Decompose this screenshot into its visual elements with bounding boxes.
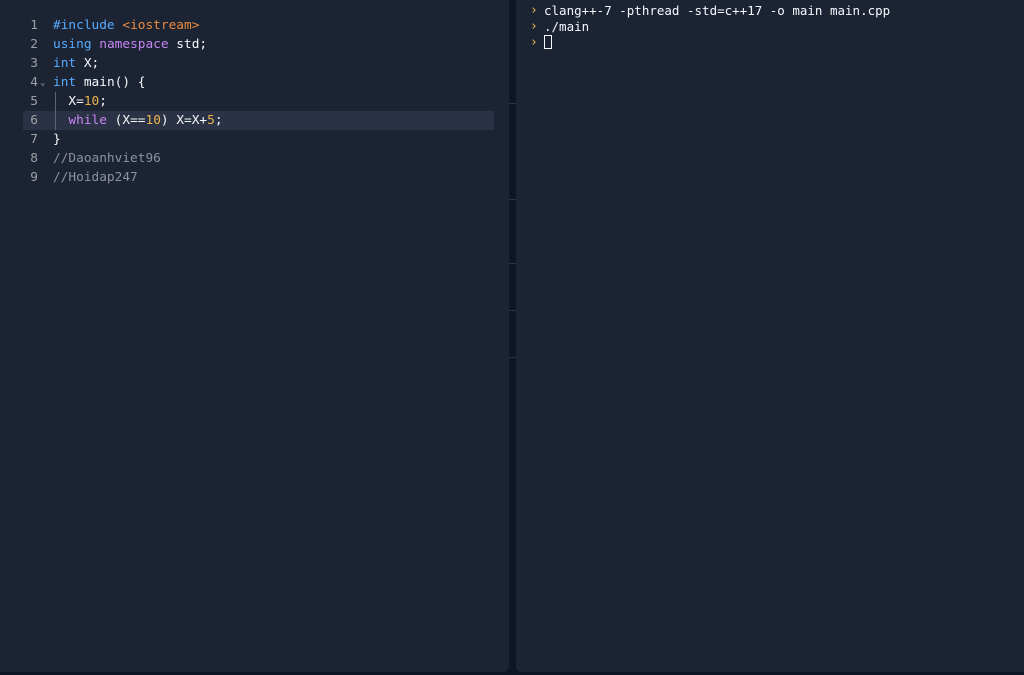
code-token: 10 xyxy=(83,94,100,109)
line-number: 9 xyxy=(30,170,38,185)
console-line: › ./main xyxy=(530,19,890,35)
code-token: ; xyxy=(214,113,223,128)
code-token: int xyxy=(53,56,77,71)
code-token: //Hoidap247 xyxy=(53,170,138,185)
code-text: using namespace std; xyxy=(53,35,207,54)
line-number: 2 xyxy=(30,37,38,52)
code-text: int X; xyxy=(53,54,99,73)
chevron-right-icon: › xyxy=(530,35,538,50)
code-token: //Daoanhviet96 xyxy=(53,151,161,166)
chevron-right-icon: › xyxy=(530,19,538,34)
console-line: › xyxy=(530,35,890,51)
console-text: clang++-7 -pthread -std=c++17 -o main ma… xyxy=(544,3,891,18)
line-number: 4 xyxy=(30,75,38,90)
line-number: 3 xyxy=(30,56,38,71)
code-line[interactable]: 9 //Hoidap247 xyxy=(0,168,509,187)
divider-tick xyxy=(509,263,516,264)
code-line[interactable]: 6 while (X==10) X=X+5; xyxy=(0,111,509,130)
code-editor[interactable]: 1 #include <iostream> 2 using namespace std… xyxy=(0,0,509,672)
code-line[interactable]: 5 X=10; xyxy=(0,92,509,111)
code-token: <iostream> xyxy=(122,18,200,33)
line-number: 8 xyxy=(30,151,38,166)
code-text: int main() { xyxy=(53,73,145,92)
code-token: 5 xyxy=(207,113,215,128)
code-text: } xyxy=(53,130,61,149)
chevron-right-icon: › xyxy=(530,3,538,18)
code-token: int xyxy=(53,75,77,90)
code-token: ) X=X+ xyxy=(160,113,208,128)
fold-chevron-icon[interactable]: ⌄ xyxy=(40,74,45,93)
code-text: //Daoanhviet96 xyxy=(53,149,161,168)
divider-tick xyxy=(509,103,516,104)
terminal-cursor[interactable] xyxy=(544,35,552,49)
code-token: (X== xyxy=(106,113,146,128)
code-token: } xyxy=(53,132,61,147)
code-line[interactable]: 2 using namespace std; xyxy=(0,35,509,54)
divider-tick xyxy=(509,199,516,200)
code-token: std; xyxy=(168,37,208,52)
code-token: X= xyxy=(53,94,84,109)
pane-resize-handle[interactable] xyxy=(509,0,516,675)
code-token: while xyxy=(68,113,107,128)
code-lines[interactable]: 1 #include <iostream> 2 using namespace std… xyxy=(0,16,509,187)
code-token: namespace xyxy=(99,37,169,52)
code-token: 10 xyxy=(145,113,161,128)
code-text: while (X==10) X=X+5; xyxy=(53,111,223,130)
code-text: X=10; xyxy=(53,92,107,111)
divider-tick xyxy=(509,310,516,311)
console-output[interactable]: › clang++-7 -pthread -std=c++17 -o main m… xyxy=(530,3,890,51)
line-number: 5 xyxy=(30,94,38,109)
line-number: 1 xyxy=(30,18,38,33)
code-line[interactable]: 7} xyxy=(0,130,509,149)
code-line[interactable]: 1 #include <iostream> xyxy=(0,16,509,35)
app-window: 1 #include <iostream> 2 using namespace std… xyxy=(0,0,1024,675)
code-line[interactable]: 4 ⌄ int main() { xyxy=(0,73,509,92)
code-token: ; xyxy=(99,94,107,109)
code-token: using xyxy=(53,37,92,52)
code-line[interactable]: 8 //Daoanhviet96 xyxy=(0,149,509,168)
divider-tick xyxy=(509,357,516,358)
line-number: 7 xyxy=(30,132,38,147)
line-number: 6 xyxy=(30,113,38,128)
console-panel[interactable] xyxy=(516,0,1024,672)
console-text: ./main xyxy=(544,19,590,34)
code-text: #include <iostream> xyxy=(53,16,199,35)
code-token: #include xyxy=(53,18,115,33)
code-line[interactable]: 3 int X; xyxy=(0,54,509,73)
code-token: X; xyxy=(76,56,100,71)
code-token: main() { xyxy=(76,75,146,90)
code-text: //Hoidap247 xyxy=(53,168,138,187)
console-line: › clang++-7 -pthread -std=c++17 -o main m… xyxy=(530,3,890,19)
